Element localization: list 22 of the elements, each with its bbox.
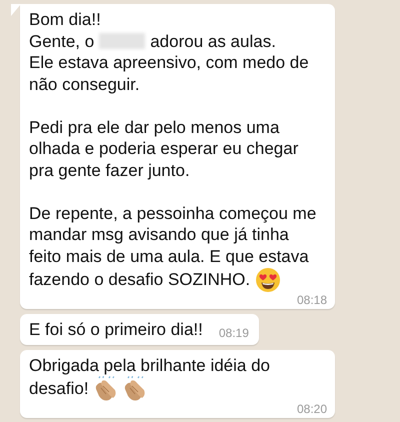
message-text: De repente, a pessoinha começou me [29, 202, 316, 224]
clapping-hands-icon [94, 376, 118, 402]
message-time: 08:20 [296, 402, 327, 416]
blurred-name [99, 33, 146, 50]
message-text: olhada e poderia esperar eu chegar [29, 138, 298, 160]
message-text: Obrigada pela brilhante idéia do [29, 354, 270, 376]
message-text: Gente, o [29, 30, 94, 52]
message-time: 08:18 [296, 293, 327, 307]
message-text: pra gente fazer junto. [29, 160, 190, 181]
message-text: mandar msg avisando que já tinha [29, 224, 289, 246]
message-time: 08:19 [218, 326, 249, 340]
message-text: não conseguir. [29, 74, 140, 95]
message-text: desafio! [29, 378, 89, 400]
heart-eyes-emoji-icon [255, 267, 282, 293]
message-text: Pedi pra ele dar pelo menos uma [29, 116, 280, 138]
clapping-hands-icon [122, 376, 147, 402]
message-text: feito mais de uma aula. E que estava [29, 246, 309, 267]
message-text: fazendo o desafio SOZINHO. [29, 269, 250, 291]
message-text: adorou as aulas. [150, 30, 276, 52]
message-text: Bom dia!! [29, 9, 101, 30]
message-text: E foi só o primeiro dia!! [29, 319, 203, 340]
message-text: Ele estava apreensivo, com medo de [29, 52, 309, 74]
